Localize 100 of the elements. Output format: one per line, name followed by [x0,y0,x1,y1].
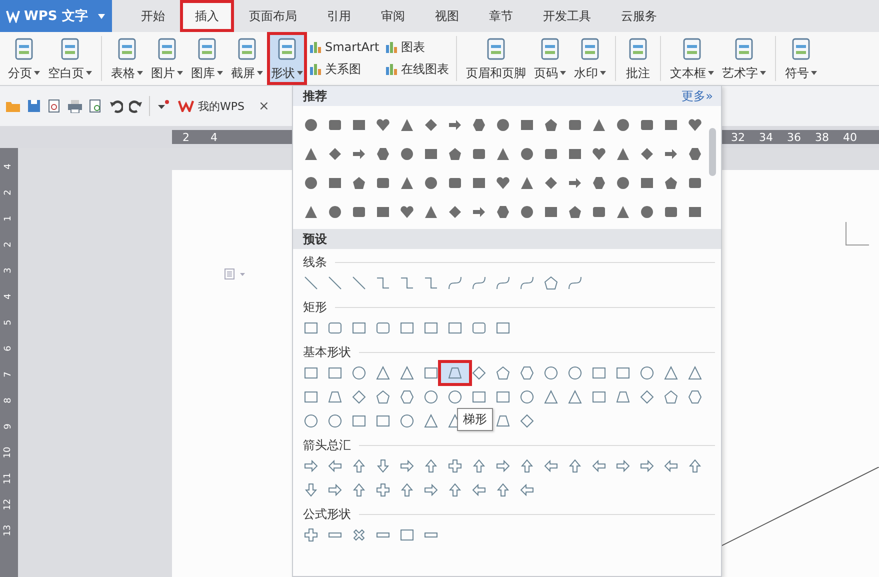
undo-icon[interactable] [109,99,123,113]
ribbon-button[interactable]: 文本框 [666,32,718,85]
ribbon-tab[interactable]: 开发工具 [528,0,606,32]
button-label: 文本框 [670,64,706,82]
shape-icon [519,413,535,429]
more-link[interactable]: 更多» [682,88,713,104]
shape-icon [447,320,463,336]
app-menu-button[interactable]: WPS 文字 [0,0,112,32]
shape-icon [495,204,511,220]
ribbon-tab[interactable]: 视图 [420,0,474,32]
shape-icon [447,175,463,191]
shape-icon [495,146,511,162]
button-label: 页眉和页脚 [466,64,526,82]
ribbon-button[interactable]: SmartArt [309,40,380,54]
shape-icon [567,458,583,474]
shape-icon [687,175,703,191]
shape-icon [639,389,655,405]
ribbon-tab[interactable]: 引用 [312,0,366,32]
shape-icon [519,175,535,191]
shape-icon [423,413,439,429]
ribbon-tab[interactable]: 页面布局 [234,0,312,32]
ribbon-button[interactable]: 页眉和页脚 [462,32,530,85]
shape-icon [495,413,511,429]
redo-icon[interactable] [129,99,143,113]
ribbon-button[interactable]: 关系图 [309,61,380,78]
shape-icon [471,275,487,291]
shape-icon [351,527,367,543]
category-label: 矩形 [303,298,327,316]
shape-icon [687,117,703,133]
button-label: 批注 [626,64,650,82]
shape-icon [519,365,535,381]
ribbon-button[interactable]: 艺术字 [718,32,770,85]
ribbon-tab[interactable]: 章节 [474,0,528,32]
shape-icon [615,117,631,133]
shape-icon [447,117,463,133]
shape-icon [615,204,631,220]
ribbon-button[interactable]: 图片 [147,32,187,85]
ribbon-button[interactable]: 分页 [4,32,44,85]
document-tab[interactable]: 我的WPS [176,94,246,118]
shape-icon [303,146,319,162]
shape-icon [327,389,343,405]
shape-icon [447,389,463,405]
shape-icon [519,275,535,291]
print-icon[interactable] [67,99,83,113]
button-label: 页码 [534,64,558,82]
shape-icon [447,365,463,381]
ribbon-button[interactable]: 截屏 [227,32,267,85]
print-preview-icon[interactable] [89,99,103,113]
bar-chart-icon [385,40,398,54]
category-label: 公式形状 [303,506,351,522]
ribbon-button[interactable]: 页码 [530,32,570,85]
button-label: 形状 [271,64,295,82]
close-tab-button[interactable]: × [258,98,270,114]
shape-icon [519,482,535,498]
ribbon-tab[interactable]: 开始 [126,0,180,32]
ribbon-button[interactable]: 空白页 [44,32,96,85]
shape-icon [663,204,679,220]
ribbon-button[interactable]: 水印 [570,32,610,85]
folder-icon[interactable] [5,99,21,113]
ribbon-button[interactable]: 批注 [621,32,656,85]
shape-icon [399,146,415,162]
shape-icon [303,320,319,336]
ribbon-button[interactable]: 符号 [781,32,822,85]
shape-icon [327,117,343,133]
ribbon-button[interactable]: 图库 [187,32,227,85]
button-label: 空白页 [48,64,84,82]
scrollbar-thumb[interactable] [709,128,716,176]
shape-icon [495,365,511,381]
shape-icon [399,175,415,191]
shape-icon [495,320,511,336]
shape-icon [351,413,367,429]
shape-button[interactable] [440,362,470,384]
ribbon-tab[interactable]: 插入 [180,0,234,32]
ribbon-button[interactable]: 图表 [385,38,450,56]
shape-icon [519,458,535,474]
save-icon[interactable] [27,99,41,113]
ribbon-button[interactable]: 形状 [267,32,307,85]
shape-icon [591,117,607,133]
shape-icon [399,482,415,498]
shape-icon [591,175,607,191]
shape-icon [375,117,391,133]
shape-icon [327,175,343,191]
shape-icon [399,275,415,291]
shape-icon [471,146,487,162]
ribbon-button[interactable]: 在线图表 [385,61,450,78]
header-marker-icon[interactable] [224,268,248,280]
logo-icon [6,9,20,23]
shape-icon [639,146,655,162]
document-icon[interactable] [47,99,61,113]
ribbon-tab[interactable]: 审阅 [366,0,420,32]
shape-icon [375,458,391,474]
shape-icon [375,482,391,498]
ribbon-tab[interactable]: 云服务 [606,0,672,32]
shape-icon [447,458,463,474]
shape-icon [351,275,367,291]
shape-icon [327,413,343,429]
ribbon-button[interactable]: 表格 [107,32,147,85]
shape-icon [399,320,415,336]
shape-icon [591,146,607,162]
shape-icon [303,117,319,133]
